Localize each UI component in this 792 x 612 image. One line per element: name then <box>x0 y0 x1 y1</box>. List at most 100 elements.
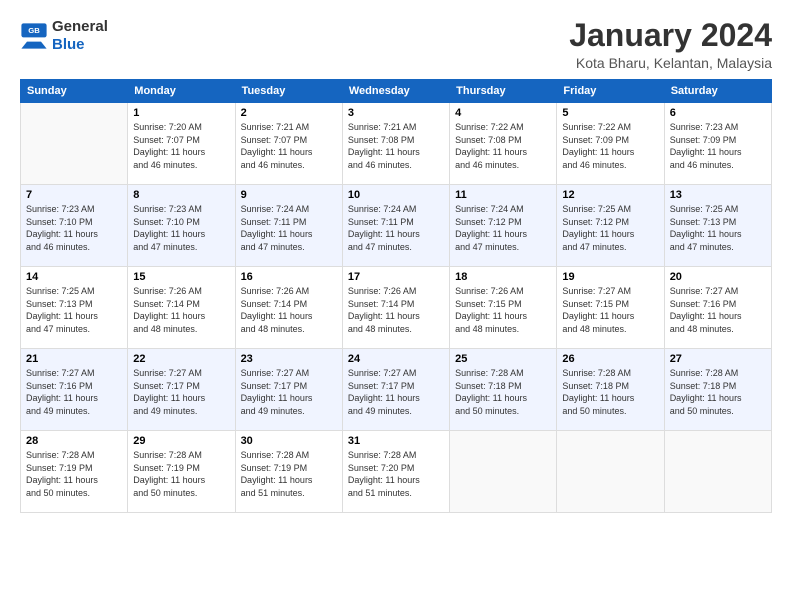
day-number: 5 <box>562 107 658 119</box>
day-number: 1 <box>133 107 229 119</box>
location: Kota Bharu, Kelantan, Malaysia <box>569 55 772 71</box>
table-row: 6Sunrise: 7:23 AMSunset: 7:09 PMDaylight… <box>664 103 771 185</box>
table-row: 8 Sunrise: 7:23 AMSunset: 7:10 PMDaylight… <box>128 185 235 267</box>
day-info: Sunrise: 7:26 AMSunset: 7:14 PMDaylight:… <box>348 285 444 335</box>
day-info: Sunrise: 7:21 AMSunset: 7:08 PMDaylight:… <box>348 121 444 171</box>
table-row: 28 Sunrise: 7:28 AMSunset: 7:19 PMDayligh… <box>21 431 128 513</box>
day-info: Sunrise: 7:28 AMSunset: 7:18 PMDaylight:… <box>562 367 658 417</box>
table-row: 30Sunrise: 7:28 AMSunset: 7:19 PMDayligh… <box>235 431 342 513</box>
day-info: Sunrise: 7:22 AMSunset: 7:08 PMDaylight:… <box>455 121 551 171</box>
week-row-2: 7 Sunrise: 7:23 AMSunset: 7:10 PMDaylight… <box>21 185 772 267</box>
day-info: Sunrise: 7:27 AMSunset: 7:17 PMDaylight:… <box>241 367 337 417</box>
table-row: 17 Sunrise: 7:26 AMSunset: 7:14 PMDayligh… <box>342 267 449 349</box>
table-row: 21 Sunrise: 7:27 AMSunset: 7:16 PMDayligh… <box>21 349 128 431</box>
day-number: 4 <box>455 107 551 119</box>
day-number: 9 <box>241 189 337 201</box>
column-header-saturday: Saturday <box>664 80 771 103</box>
table-row: 24 Sunrise: 7:27 AMSunset: 7:17 PMDayligh… <box>342 349 449 431</box>
day-info: Sunrise: 7:24 AMSunset: 7:11 PMDaylight:… <box>241 203 337 253</box>
day-info: Sunrise: 7:28 AMSunset: 7:19 PMDaylight:… <box>26 449 122 499</box>
day-info: Sunrise: 7:28 AMSunset: 7:20 PMDaylight:… <box>348 449 444 499</box>
day-info: Sunrise: 7:24 AMSunset: 7:11 PMDaylight:… <box>348 203 444 253</box>
day-info: Sunrise: 7:27 AMSunset: 7:17 PMDaylight:… <box>348 367 444 417</box>
day-number: 23 <box>241 353 337 365</box>
day-number: 31 <box>348 435 444 447</box>
week-row-3: 14 Sunrise: 7:25 AMSunset: 7:13 PMDayligh… <box>21 267 772 349</box>
day-info: Sunrise: 7:23 AMSunset: 7:10 PMDaylight:… <box>133 203 229 253</box>
day-info: Sunrise: 7:21 AMSunset: 7:07 PMDaylight:… <box>241 121 337 171</box>
logo: GB General Blue <box>20 18 108 54</box>
column-header-thursday: Thursday <box>450 80 557 103</box>
column-header-monday: Monday <box>128 80 235 103</box>
column-header-wednesday: Wednesday <box>342 80 449 103</box>
header: GB General Blue January 2024 Kota Bharu,… <box>20 18 772 71</box>
day-info: Sunrise: 7:23 AMSunset: 7:09 PMDaylight:… <box>670 121 766 171</box>
day-info: Sunrise: 7:22 AMSunset: 7:09 PMDaylight:… <box>562 121 658 171</box>
day-info: Sunrise: 7:28 AMSunset: 7:19 PMDaylight:… <box>133 449 229 499</box>
day-number: 18 <box>455 271 551 283</box>
table-row: 23 Sunrise: 7:27 AMSunset: 7:17 PMDayligh… <box>235 349 342 431</box>
day-number: 21 <box>26 353 122 365</box>
table-row: 25Sunrise: 7:28 AMSunset: 7:18 PMDayligh… <box>450 349 557 431</box>
table-row: 3 Sunrise: 7:21 AMSunset: 7:08 PMDaylight… <box>342 103 449 185</box>
day-number: 19 <box>562 271 658 283</box>
logo-general: General <box>52 18 108 36</box>
day-info: Sunrise: 7:25 AMSunset: 7:12 PMDaylight:… <box>562 203 658 253</box>
day-number: 16 <box>241 271 337 283</box>
table-row: 12 Sunrise: 7:25 AMSunset: 7:12 PMDayligh… <box>557 185 664 267</box>
day-number: 30 <box>241 435 337 447</box>
day-number: 12 <box>562 189 658 201</box>
day-info: Sunrise: 7:26 AMSunset: 7:14 PMDaylight:… <box>133 285 229 335</box>
table-row: 27Sunrise: 7:28 AMSunset: 7:18 PMDayligh… <box>664 349 771 431</box>
table-row: 29 Sunrise: 7:28 AMSunset: 7:19 PMDayligh… <box>128 431 235 513</box>
week-row-4: 21 Sunrise: 7:27 AMSunset: 7:16 PMDayligh… <box>21 349 772 431</box>
table-row: 1 Sunrise: 7:20 AMSunset: 7:07 PMDaylight… <box>128 103 235 185</box>
calendar-page: GB General Blue January 2024 Kota Bharu,… <box>0 0 792 612</box>
table-row: 14 Sunrise: 7:25 AMSunset: 7:13 PMDayligh… <box>21 267 128 349</box>
table-row: 16 Sunrise: 7:26 AMSunset: 7:14 PMDayligh… <box>235 267 342 349</box>
day-info: Sunrise: 7:26 AMSunset: 7:14 PMDaylight:… <box>241 285 337 335</box>
table-row: 5 Sunrise: 7:22 AMSunset: 7:09 PMDaylight… <box>557 103 664 185</box>
table-row <box>557 431 664 513</box>
day-info: Sunrise: 7:27 AMSunset: 7:16 PMDaylight:… <box>26 367 122 417</box>
day-info: Sunrise: 7:20 AMSunset: 7:07 PMDaylight:… <box>133 121 229 171</box>
day-number: 14 <box>26 271 122 283</box>
table-row: 31 Sunrise: 7:28 AMSunset: 7:20 PMDayligh… <box>342 431 449 513</box>
column-header-tuesday: Tuesday <box>235 80 342 103</box>
title-block: January 2024 Kota Bharu, Kelantan, Malay… <box>569 18 772 71</box>
table-row: 20Sunrise: 7:27 AMSunset: 7:16 PMDayligh… <box>664 267 771 349</box>
table-row: 26Sunrise: 7:28 AMSunset: 7:18 PMDayligh… <box>557 349 664 431</box>
day-number: 8 <box>133 189 229 201</box>
day-number: 22 <box>133 353 229 365</box>
logo-blue: Blue <box>52 36 108 54</box>
day-info: Sunrise: 7:25 AMSunset: 7:13 PMDaylight:… <box>670 203 766 253</box>
day-info: Sunrise: 7:24 AMSunset: 7:12 PMDaylight:… <box>455 203 551 253</box>
table-row: 2Sunrise: 7:21 AMSunset: 7:07 PMDaylight… <box>235 103 342 185</box>
day-info: Sunrise: 7:25 AMSunset: 7:13 PMDaylight:… <box>26 285 122 335</box>
table-row: 22Sunrise: 7:27 AMSunset: 7:17 PMDayligh… <box>128 349 235 431</box>
column-header-sunday: Sunday <box>21 80 128 103</box>
day-number: 10 <box>348 189 444 201</box>
day-number: 7 <box>26 189 122 201</box>
day-number: 3 <box>348 107 444 119</box>
day-info: Sunrise: 7:27 AMSunset: 7:16 PMDaylight:… <box>670 285 766 335</box>
table-row <box>664 431 771 513</box>
table-row: 19 Sunrise: 7:27 AMSunset: 7:15 PMDayligh… <box>557 267 664 349</box>
header-row: SundayMondayTuesdayWednesdayThursdayFrid… <box>21 80 772 103</box>
day-number: 11 <box>455 189 551 201</box>
day-number: 28 <box>26 435 122 447</box>
table-row: 18Sunrise: 7:26 AMSunset: 7:15 PMDayligh… <box>450 267 557 349</box>
table-row: 4 Sunrise: 7:22 AMSunset: 7:08 PMDaylight… <box>450 103 557 185</box>
table-row: 13 Sunrise: 7:25 AMSunset: 7:13 PMDayligh… <box>664 185 771 267</box>
day-number: 27 <box>670 353 766 365</box>
day-number: 13 <box>670 189 766 201</box>
logo-text: General Blue <box>52 18 108 54</box>
table-row: 11 Sunrise: 7:24 AMSunset: 7:12 PMDayligh… <box>450 185 557 267</box>
day-number: 15 <box>133 271 229 283</box>
table-row: 15 Sunrise: 7:26 AMSunset: 7:14 PMDayligh… <box>128 267 235 349</box>
day-number: 17 <box>348 271 444 283</box>
day-number: 24 <box>348 353 444 365</box>
day-number: 29 <box>133 435 229 447</box>
day-info: Sunrise: 7:27 AMSunset: 7:15 PMDaylight:… <box>562 285 658 335</box>
table-row: 10 Sunrise: 7:24 AMSunset: 7:11 PMDayligh… <box>342 185 449 267</box>
